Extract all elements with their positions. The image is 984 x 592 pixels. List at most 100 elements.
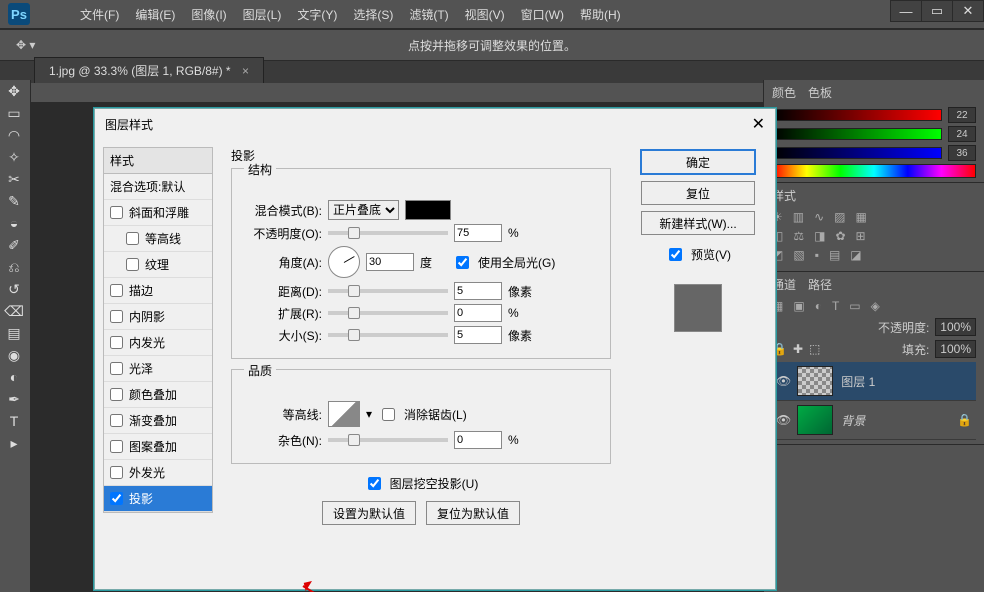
texture-checkbox[interactable] (126, 258, 139, 271)
filter-type-icon[interactable]: T (832, 299, 839, 313)
styles-header[interactable]: 样式 (104, 148, 212, 174)
filter-pixel-icon[interactable]: ▣ (793, 299, 804, 313)
menu-filter[interactable]: 滤镜(T) (409, 6, 448, 23)
window-minimize-icon[interactable]: — (890, 0, 922, 22)
levels-icon[interactable]: ▥ (793, 210, 804, 224)
r-slider[interactable] (772, 109, 942, 121)
filter-smart-icon[interactable]: ◈ (871, 299, 880, 313)
dodge-tool-icon[interactable]: ◐ (0, 366, 28, 388)
filter-adj-icon[interactable]: ◐ (815, 299, 822, 313)
visibility-icon[interactable]: 👁 (776, 413, 791, 427)
angle-input[interactable] (366, 253, 414, 271)
bevel-checkbox[interactable] (110, 206, 123, 219)
coloroverlay-checkbox[interactable] (110, 388, 123, 401)
visibility-icon[interactable]: 👁 (776, 374, 791, 388)
bw-icon[interactable]: ◨ (814, 229, 825, 243)
layer-name-bg[interactable]: 背景 (841, 412, 865, 429)
gradient-tool-icon[interactable]: ▤ (0, 322, 28, 344)
opacity-value[interactable]: 100% (935, 318, 976, 336)
effect-stroke[interactable]: 描边 (104, 278, 212, 304)
move-tool-icon[interactable]: ✥ (0, 80, 28, 102)
vibrance-icon[interactable]: ▦ (856, 210, 867, 224)
heal-tool-icon[interactable]: ◒ (0, 212, 28, 234)
swatches-tab[interactable]: 色板 (808, 84, 832, 101)
lock-pixels-icon[interactable]: ✚ (793, 342, 803, 356)
wand-tool-icon[interactable]: ✧ (0, 146, 28, 168)
distance-slider[interactable] (328, 289, 448, 293)
contour-checkbox[interactable] (126, 232, 139, 245)
history-brush-tool-icon[interactable]: ↺ (0, 278, 28, 300)
layer-name-1[interactable]: 图层 1 (841, 373, 875, 390)
effect-gradient-overlay[interactable]: 渐变叠加 (104, 408, 212, 434)
effect-contour[interactable]: 等高线 (104, 226, 212, 252)
menu-file[interactable]: 文件(F) (80, 6, 119, 23)
dialog-close-icon[interactable]: ✕ (752, 114, 765, 134)
eraser-tool-icon[interactable]: ⌫ (0, 300, 28, 322)
lock-move-icon[interactable]: ⬚ (809, 342, 820, 356)
opacity-input[interactable] (454, 224, 502, 242)
balance-icon[interactable]: ⚖ (793, 229, 804, 243)
dropshadow-checkbox[interactable] (110, 492, 123, 505)
pen-tool-icon[interactable]: ✒ (0, 388, 28, 410)
crop-tool-icon[interactable]: ✂ (0, 168, 28, 190)
contour-dropdown-icon[interactable]: ▾ (366, 407, 372, 421)
shadow-color-swatch[interactable] (405, 200, 451, 220)
preview-checkbox[interactable] (669, 248, 682, 261)
b-value[interactable]: 36 (948, 145, 976, 161)
antialias-checkbox[interactable] (382, 408, 395, 421)
new-style-button[interactable]: 新建样式(W)... (641, 211, 755, 235)
satin-checkbox[interactable] (110, 362, 123, 375)
fill-value[interactable]: 100% (935, 340, 976, 358)
layer-row-bg[interactable]: 👁 背景 🔒 (772, 401, 976, 440)
gradmap-icon[interactable]: ▤ (829, 248, 840, 262)
exposure-icon[interactable]: ▨ (834, 210, 845, 224)
photo-filter-icon[interactable]: ✿ (835, 229, 845, 243)
effect-inner-shadow[interactable]: 内阴影 (104, 304, 212, 330)
mixer-icon[interactable]: ⊞ (856, 229, 866, 243)
reset-default-button[interactable]: 复位为默认值 (426, 501, 520, 525)
window-maximize-icon[interactable]: ▭ (921, 0, 953, 22)
menu-layer[interactable]: 图层(L) (243, 6, 282, 23)
knockout-checkbox[interactable] (368, 477, 381, 490)
blend-mode-select[interactable]: 正片叠底 (328, 200, 399, 220)
angle-dial[interactable] (328, 246, 360, 278)
innershadow-checkbox[interactable] (110, 310, 123, 323)
effect-inner-glow[interactable]: 内发光 (104, 330, 212, 356)
selcolor-icon[interactable]: ◪ (850, 248, 861, 262)
document-tab[interactable]: 1.jpg @ 33.3% (图层 1, RGB/8#) * × (34, 57, 264, 83)
stroke-checkbox[interactable] (110, 284, 123, 297)
effect-outer-glow[interactable]: 外发光 (104, 460, 212, 486)
lasso-tool-icon[interactable]: ◠ (0, 124, 28, 146)
noise-input[interactable] (454, 431, 502, 449)
effect-color-overlay[interactable]: 颜色叠加 (104, 382, 212, 408)
type-tool-icon[interactable]: T (0, 410, 28, 432)
filter-shape-icon[interactable]: ▭ (849, 299, 860, 313)
color-tab[interactable]: 颜色 (772, 84, 796, 101)
size-input[interactable] (454, 326, 502, 344)
poster-icon[interactable]: ▧ (793, 248, 804, 262)
cancel-button[interactable]: 复位 (641, 181, 755, 205)
r-value[interactable]: 22 (948, 107, 976, 123)
global-light-checkbox[interactable] (456, 256, 469, 269)
effect-pattern-overlay[interactable]: 图案叠加 (104, 434, 212, 460)
menu-view[interactable]: 视图(V) (465, 6, 505, 23)
menu-select[interactable]: 选择(S) (353, 6, 393, 23)
spread-input[interactable] (454, 304, 502, 322)
blend-options-row[interactable]: 混合选项:默认 (104, 174, 212, 200)
effect-drop-shadow[interactable]: 投影 (104, 486, 212, 512)
layer-thumb-bg[interactable] (797, 405, 833, 435)
tool-options-icon[interactable]: ✥ ▾ (16, 38, 35, 52)
size-slider[interactable] (328, 333, 448, 337)
stamp-tool-icon[interactable]: ⎌ (0, 256, 28, 278)
patternoverlay-checkbox[interactable] (110, 440, 123, 453)
menu-image[interactable]: 图像(I) (191, 6, 226, 23)
menu-type[interactable]: 文字(Y) (297, 6, 337, 23)
make-default-button[interactable]: 设置为默认值 (322, 501, 416, 525)
blur-tool-icon[interactable]: ◉ (0, 344, 28, 366)
effect-satin[interactable]: 光泽 (104, 356, 212, 382)
layer-row-1[interactable]: 👁 图层 1 (772, 362, 976, 401)
g-slider[interactable] (772, 128, 942, 140)
brush-tool-icon[interactable]: ✐ (0, 234, 28, 256)
contour-picker[interactable] (328, 401, 360, 427)
threshold-icon[interactable]: ▪ (815, 248, 819, 262)
